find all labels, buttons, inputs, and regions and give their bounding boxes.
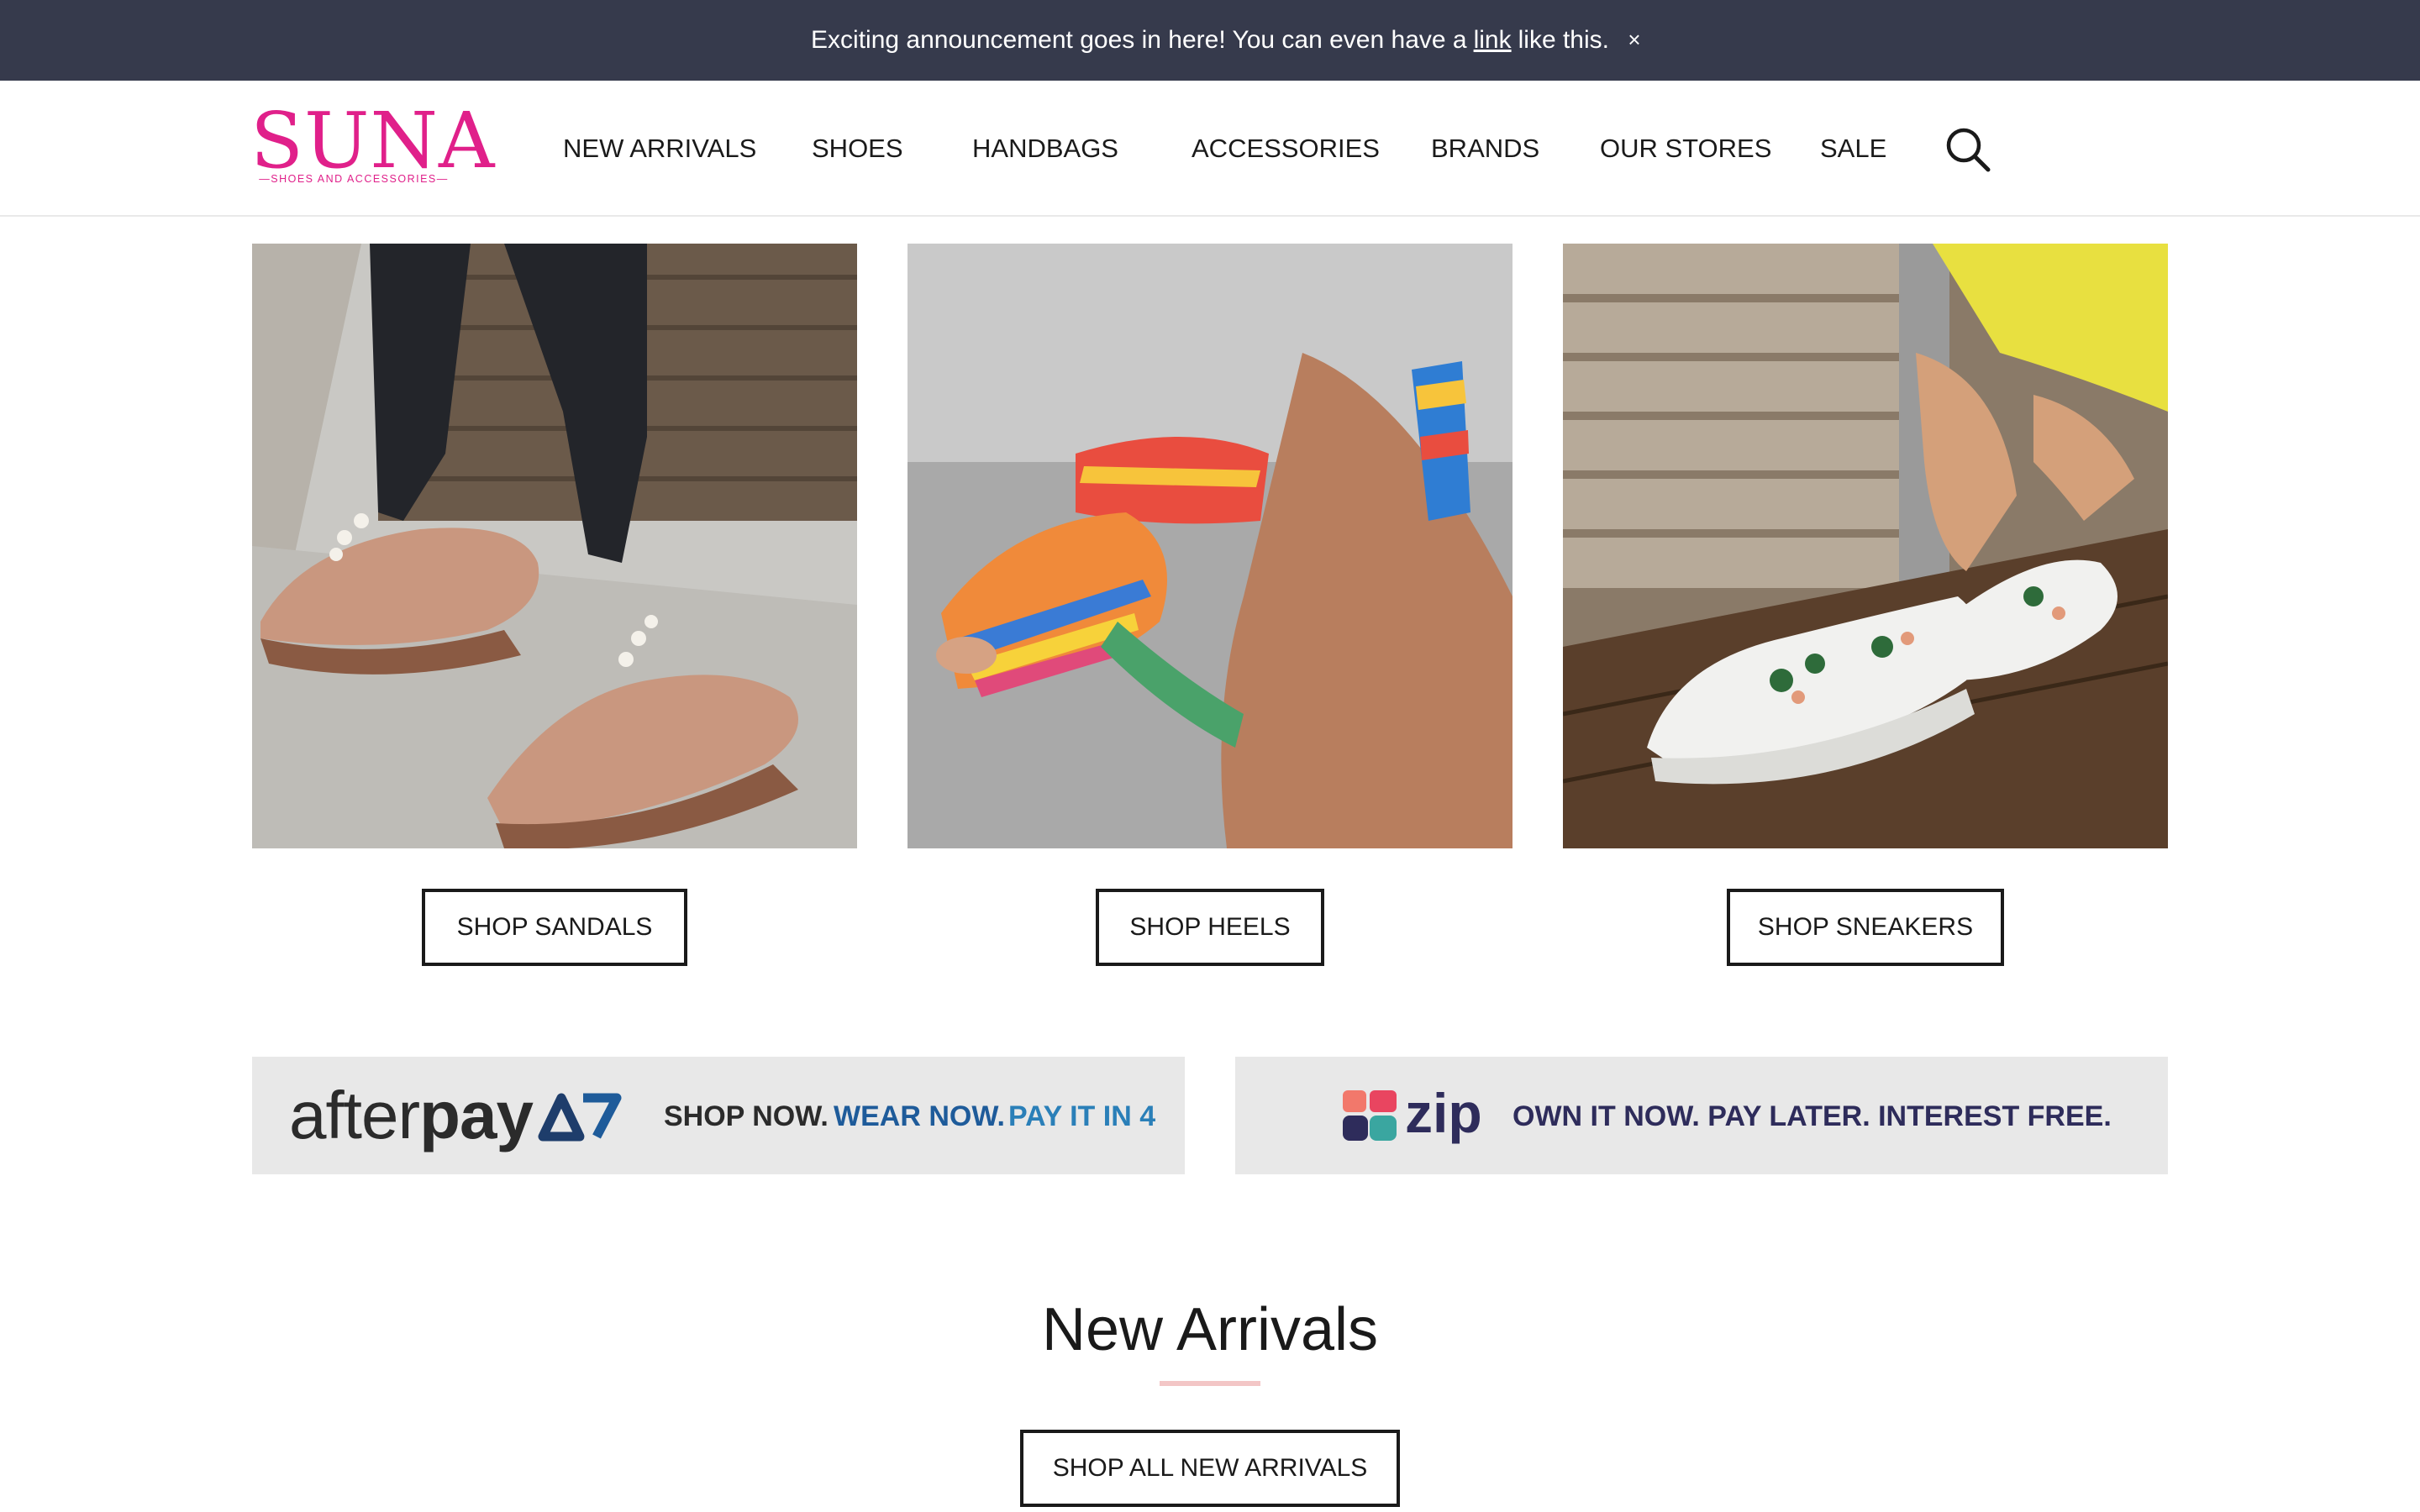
zip-banner[interactable]: zip OWN IT NOW. PAY LATER. INTEREST FREE… (1235, 1057, 2168, 1174)
announcement-link[interactable]: link (1474, 26, 1512, 55)
nav-handbags[interactable]: HANDBAGS (972, 131, 1118, 166)
nav-brands[interactable]: BRANDS (1431, 131, 1539, 166)
brand-logo[interactable]: SUNA —SHOES AND ACCESSORIES— (250, 96, 496, 192)
zip-logo-text: zip (1405, 1082, 1482, 1144)
nav-sale[interactable]: SALE (1820, 131, 1886, 166)
brand-tagline: —SHOES AND ACCESSORIES— (259, 173, 449, 185)
new-arrivals-title: New Arrivals (1041, 1296, 1379, 1363)
shop-sneakers-button[interactable]: SHOP SNEAKERS (1727, 889, 2004, 966)
heels-image[interactable] (908, 244, 1512, 848)
zip-mark-icon (1343, 1090, 1397, 1141)
sneakers-image[interactable] (1563, 244, 2168, 848)
title-underline (1160, 1381, 1260, 1386)
afterpay-text-3: PAY IT IN 4 (1008, 1100, 1156, 1132)
sandals-image[interactable] (252, 244, 857, 848)
zip-text: OWN IT NOW. PAY LATER. INTEREST FREE. (1512, 1100, 2112, 1132)
afterpay-banner[interactable]: after pay SHOP NOW. WEAR NOW. PAY IT IN 4 (252, 1057, 1185, 1174)
afterpay-text-1: SHOP NOW. (664, 1100, 829, 1132)
nav-our-stores[interactable]: OUR STORES (1600, 131, 1771, 166)
afterpay-logo-light: after (289, 1078, 420, 1152)
close-icon[interactable]: × (1620, 25, 1649, 54)
shop-all-new-arrivals-button[interactable]: SHOP ALL NEW ARRIVALS (1020, 1430, 1400, 1507)
nav-new-arrivals[interactable]: NEW ARRIVALS (563, 131, 756, 166)
shop-heels-button[interactable]: SHOP HEELS (1096, 889, 1324, 966)
afterpay-logo-bold: pay (419, 1078, 534, 1152)
nav-shoes[interactable]: SHOES (812, 131, 903, 166)
announcement-text: Exciting announcement goes in here! You … (811, 26, 1467, 54)
brand-name: SUNA (250, 96, 496, 186)
afterpay-logo: after pay (289, 1074, 623, 1158)
afterpay-arrows-icon (538, 1093, 622, 1142)
site-header: SUNA —SHOES AND ACCESSORIES— NEW ARRIVAL… (0, 81, 2420, 217)
nav-accessories[interactable]: ACCESSORIES (1192, 131, 1380, 166)
zip-logo: zip (1341, 1084, 1484, 1144)
announcement-bar: Exciting announcement goes in here! You … (0, 0, 2420, 81)
afterpay-text-2: WEAR NOW. (834, 1100, 1005, 1132)
shop-sandals-button[interactable]: SHOP SANDALS (422, 889, 687, 966)
search-icon[interactable] (1944, 126, 1991, 173)
announcement-text-end: like this. (1518, 26, 1609, 54)
